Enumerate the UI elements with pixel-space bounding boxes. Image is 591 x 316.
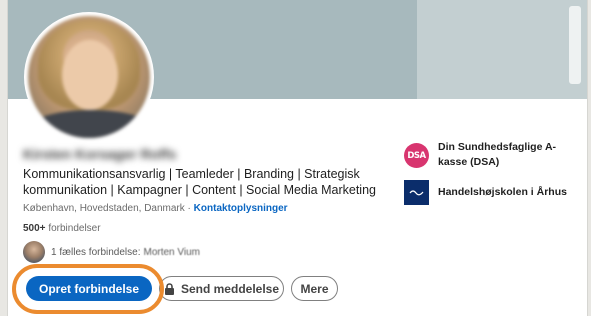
- send-message-button[interactable]: Send meddelelse: [159, 276, 284, 301]
- mutual-connection-avatar: [23, 241, 45, 263]
- experience-item-dsa[interactable]: DSA Din Sundhedsfaglige A-kasse (DSA): [404, 140, 584, 170]
- photo-face: [62, 40, 118, 110]
- profile-photo[interactable]: [24, 12, 154, 142]
- connect-button[interactable]: Opret forbindelse: [26, 276, 152, 301]
- profile-headline: Kommunikationsansvarlig | Teamleder | Br…: [23, 167, 376, 197]
- profile-photo-image: [28, 16, 150, 138]
- mutual-connection-name: Morten Vium: [143, 246, 201, 258]
- education-item-aarhus[interactable]: Handelshøjskolen i Århus: [404, 180, 584, 205]
- dsa-logo-text: DSA: [407, 150, 426, 161]
- education-label: Handelshøjskolen i Århus: [438, 186, 567, 198]
- more-button[interactable]: Mere: [291, 276, 338, 301]
- profile-actions: Opret forbindelse Send meddelelse Mere: [26, 276, 338, 301]
- lock-icon: [164, 282, 176, 295]
- aarhus-logo-icon: [404, 180, 429, 205]
- mutual-connections-label: 1 fælles forbindelse:: [51, 246, 141, 258]
- profile-experience-education: DSA Din Sundhedsfaglige A-kasse (DSA) Ha…: [404, 140, 584, 215]
- cover-scroll-strip: [569, 6, 581, 84]
- connections-number: 500+: [23, 223, 46, 234]
- location-separator: ·: [187, 203, 191, 214]
- mutual-connections[interactable]: 1 fælles forbindelse: Morten Vium: [23, 241, 200, 263]
- connections-label: forbindelser: [48, 223, 101, 234]
- connections-count[interactable]: 500+ forbindelser: [23, 223, 101, 234]
- profile-name: Kirsten Korsager Roffs: [23, 146, 228, 162]
- contact-info-link[interactable]: Kontaktoplysninger: [194, 203, 288, 214]
- profile-name-text: Kirsten Korsager Roffs: [23, 146, 177, 162]
- profile-card: Kirsten Korsager Roffs Kommunikationsans…: [7, 0, 588, 316]
- photo-shoulders: [28, 110, 150, 138]
- location-line: København, Hovedstaden, Danmark · Kontak…: [23, 203, 288, 214]
- cover-image-light-area: [417, 0, 587, 99]
- experience-label: Din Sundhedsfaglige A-kasse (DSA): [438, 141, 557, 168]
- dsa-logo-icon: DSA: [404, 143, 429, 168]
- location-text: København, Hovedstaden, Danmark: [23, 203, 185, 214]
- send-message-label: Send meddelelse: [180, 281, 280, 296]
